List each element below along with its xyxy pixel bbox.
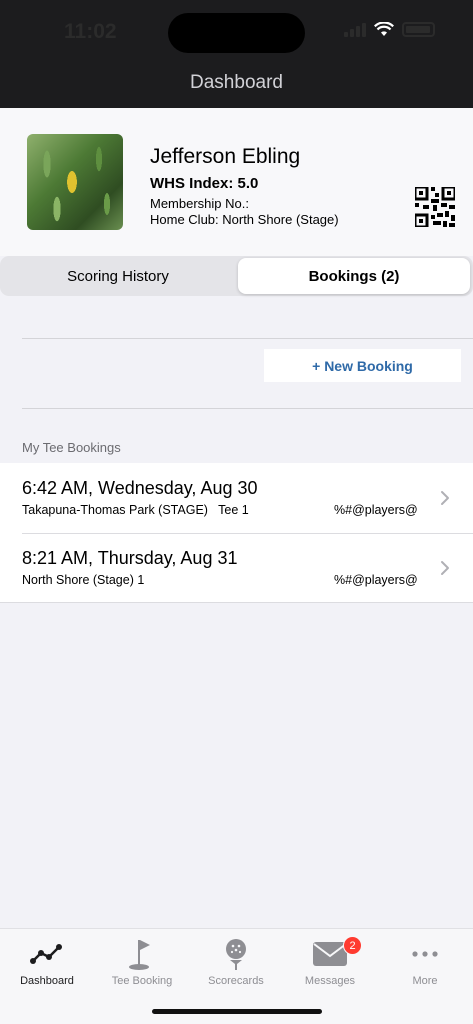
tab-tee-booking[interactable]: Tee Booking [97, 937, 187, 989]
tab-label: Tee Booking [111, 975, 173, 987]
divider [22, 338, 473, 339]
booking-row[interactable]: 6:42 AM, Wednesday, Aug 30 Takapuna-Thom… [0, 463, 473, 533]
page-title: Dashboard [190, 72, 283, 93]
section-header: My Tee Bookings [22, 440, 121, 455]
chevron-right-icon [441, 561, 449, 575]
tab-more[interactable]: More [380, 937, 470, 989]
booking-time: 6:42 AM, Wednesday, Aug 30 [22, 478, 258, 498]
booking-course: North Shore (Stage) 1 [22, 573, 145, 587]
navigation-bar: Dashboard [0, 62, 473, 108]
qr-code-icon[interactable] [415, 187, 455, 227]
tab-messages[interactable]: 2 Messages [285, 936, 375, 989]
home-indicator [152, 1009, 322, 1014]
tab-label: Scorecards [208, 975, 264, 987]
tab-label: More [412, 975, 438, 987]
booking-players: %#@players@ [334, 503, 418, 517]
dynamic-island [168, 13, 305, 53]
battery-icon [402, 22, 435, 37]
unread-badge: 2 [343, 936, 362, 955]
booking-time: 8:21 AM, Thursday, Aug 31 [22, 548, 238, 568]
signal-icon [344, 22, 366, 37]
booking-list: 6:42 AM, Wednesday, Aug 30 Takapuna-Thom… [0, 463, 473, 603]
new-booking-button[interactable]: + New Booking [264, 349, 461, 382]
home-club: Home Club: North Shore (Stage) [150, 212, 339, 227]
status-icons [344, 22, 435, 37]
tab-bookings[interactable]: Bookings (2) [238, 258, 470, 294]
chevron-right-icon [441, 491, 449, 505]
status-time: 11:02 [64, 20, 117, 43]
booking-row[interactable]: 8:21 AM, Thursday, Aug 31 North Shore (S… [0, 533, 473, 603]
golf-flag-icon [129, 940, 150, 970]
divider [22, 408, 473, 409]
tab-label: Dashboard [20, 975, 74, 987]
dashboard-graph-icon [30, 944, 62, 964]
tab-scorecards[interactable]: Scorecards [191, 937, 281, 989]
booking-players: %#@players@ [334, 573, 418, 587]
tab-dashboard[interactable]: Dashboard [2, 937, 92, 989]
wifi-icon [374, 22, 394, 36]
golf-ball-tee-icon [226, 939, 246, 970]
profile-name: Jefferson Ebling [150, 145, 301, 168]
whs-index: WHS Index: 5.0 [150, 175, 259, 192]
avatar [27, 134, 123, 230]
tab-scoring-history[interactable]: Scoring History [2, 258, 234, 294]
membership-number: Membership No.: [150, 196, 249, 211]
more-dots-icon [412, 951, 438, 957]
tab-label: Messages [304, 975, 356, 987]
segmented-control: Scoring History Bookings (2) [0, 256, 473, 296]
booking-course: Takapuna-Thomas Park (STAGE) Tee 1 [22, 503, 249, 517]
status-bar: 11:02 [0, 0, 473, 62]
